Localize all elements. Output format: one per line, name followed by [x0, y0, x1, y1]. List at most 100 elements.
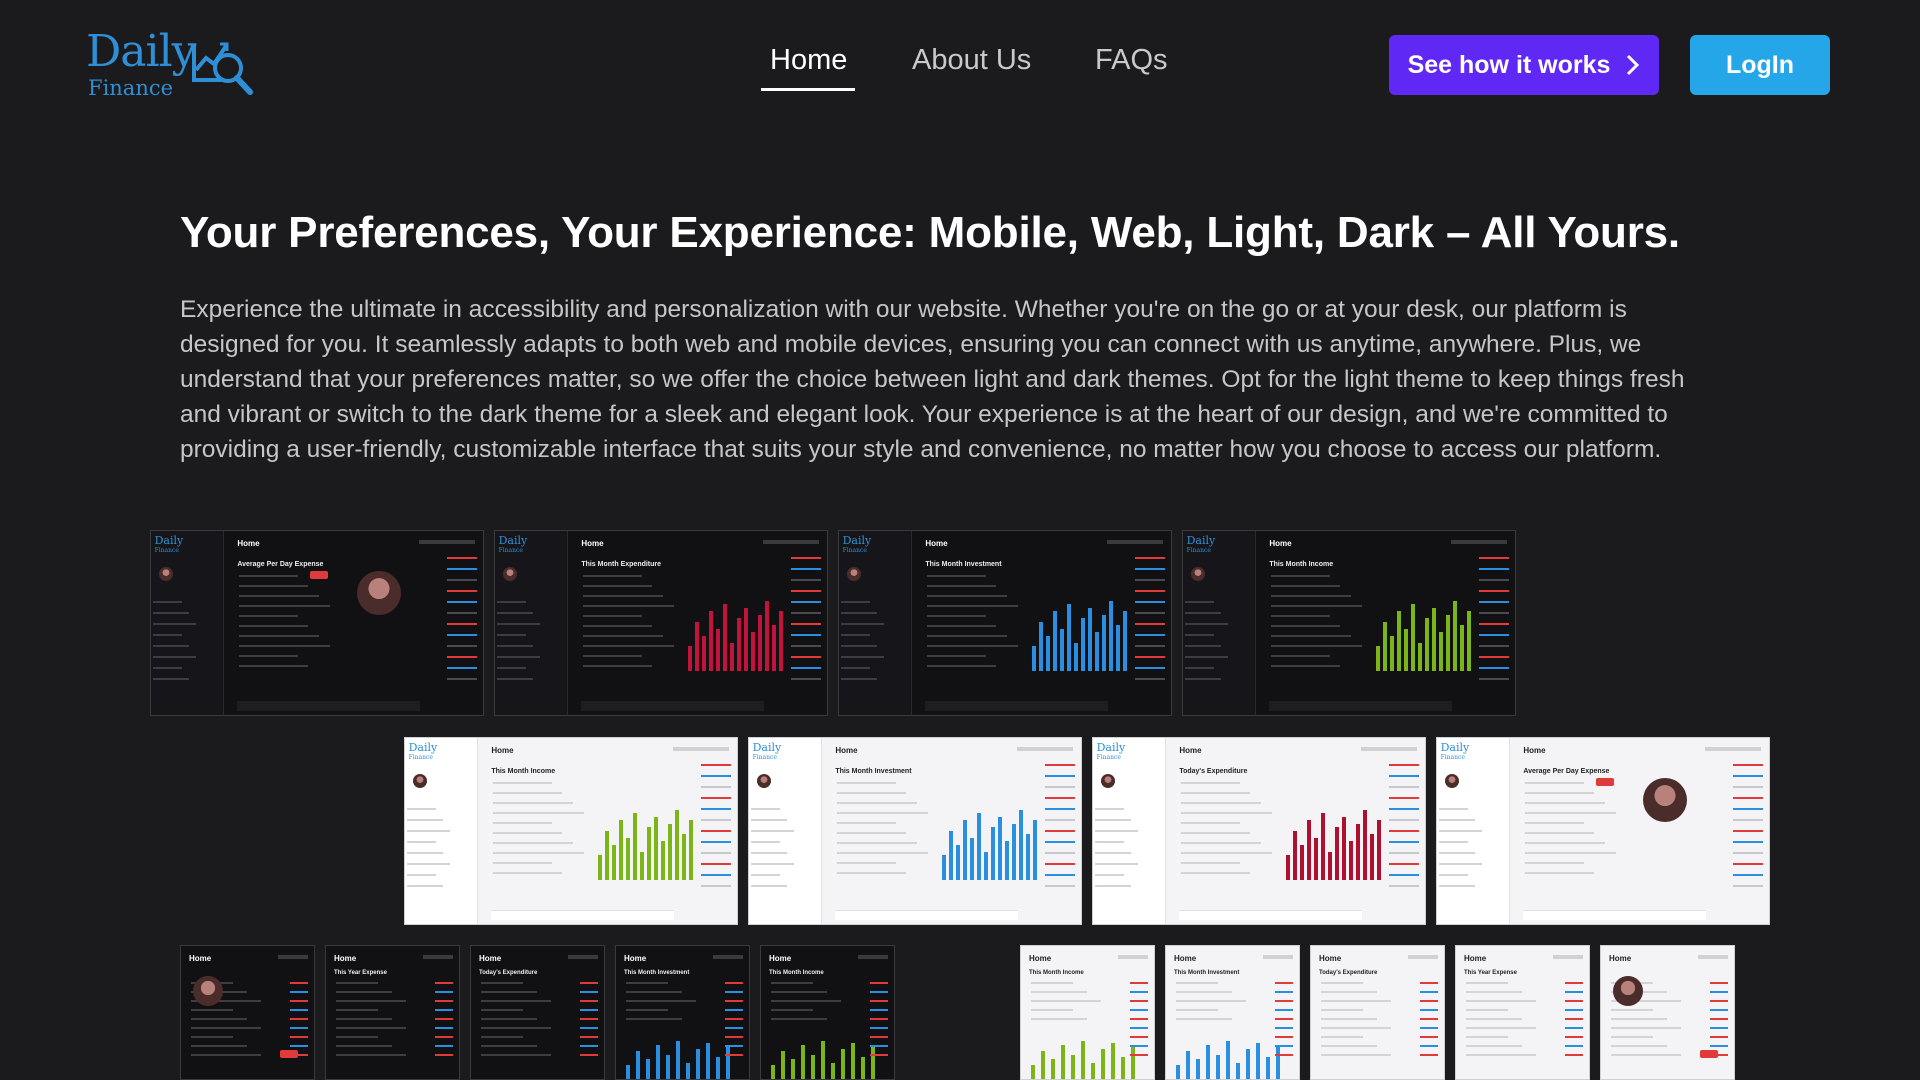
thumbnail-subtitle: This Month Income [769, 970, 824, 976]
list-line [1321, 1027, 1391, 1029]
value-line [1135, 590, 1165, 592]
thumbnail-values [1371, 764, 1421, 918]
thumbnail-bar-chart [1285, 780, 1381, 894]
list-line [239, 665, 309, 667]
chart-bar [1292, 831, 1297, 880]
theme-screenshot: Daily Finance Home This Month Expenditure [494, 530, 828, 716]
chart-bar [639, 852, 644, 880]
value-line [791, 678, 821, 680]
avatar [413, 774, 427, 788]
sidebar-line [841, 645, 878, 647]
list-line [1031, 1000, 1101, 1002]
chart-bar [667, 824, 672, 880]
thumbnail-title: Home [479, 954, 502, 963]
credit-card-expense-card [1179, 910, 1362, 920]
chart-magnifier-icon [192, 42, 253, 95]
list-line [191, 1009, 233, 1011]
chart-bar [1011, 824, 1016, 880]
sidebar-line [751, 852, 788, 854]
value-line [1565, 1000, 1583, 1002]
list-line [1525, 842, 1605, 844]
profile-avatar [1613, 976, 1643, 1006]
list-line [583, 605, 674, 607]
sidebar-line [497, 678, 534, 680]
value-line [1710, 1027, 1728, 1029]
chart-bar [1080, 618, 1085, 671]
value-line [791, 601, 821, 603]
value-line [1479, 667, 1509, 669]
sidebar-line [1439, 885, 1476, 887]
nav-about-us[interactable]: About Us [912, 44, 1031, 77]
value-line [791, 612, 821, 614]
sidebar-line [1185, 656, 1229, 658]
sidebar-line [407, 819, 444, 821]
thumbnail-logo-sub: Finance [408, 754, 433, 761]
value-line [1710, 991, 1728, 993]
avatar [847, 567, 861, 581]
chart-bar [636, 1051, 640, 1079]
list-line [837, 872, 907, 874]
thumbnail-bar-chart [597, 780, 693, 894]
list-line [1321, 991, 1377, 993]
list-line [837, 852, 928, 854]
chart-bar [656, 1045, 660, 1079]
value-line [1275, 1027, 1293, 1029]
brand-subtitle: Finance [88, 76, 174, 100]
list-line [493, 822, 552, 824]
sidebar-line [153, 656, 197, 658]
list-line [336, 1027, 406, 1029]
chart-bar [1061, 1045, 1065, 1079]
list-line [1466, 1054, 1536, 1056]
thumbnail-title: Home [1269, 539, 1292, 548]
chart-bar [791, 1059, 795, 1079]
value-line [701, 863, 731, 865]
list-line [1466, 982, 1508, 984]
mobile-values [426, 972, 455, 1073]
list-line [1271, 615, 1330, 617]
value-line [1135, 557, 1165, 559]
list-line [1466, 1027, 1536, 1029]
value-line [1733, 885, 1763, 887]
chart-bar [1041, 1051, 1045, 1079]
available-funds [1107, 540, 1163, 544]
value-line [1420, 1027, 1438, 1029]
value-line [447, 667, 477, 669]
sidebar-line [407, 830, 451, 832]
available-funds [673, 747, 729, 751]
available-funds [1361, 747, 1417, 751]
value-line [1275, 1009, 1293, 1011]
value-line [580, 1000, 598, 1002]
list-line [1181, 802, 1261, 804]
mobile-values [281, 972, 310, 1073]
chart-bar [1071, 1055, 1075, 1079]
value-line [1479, 568, 1509, 570]
sidebar-line [841, 667, 870, 669]
thumbnail-title: Home [1174, 954, 1197, 963]
chart-bar [1111, 1043, 1115, 1079]
nav-home[interactable]: Home [770, 44, 847, 77]
brand-logo[interactable]: Daily Finance [86, 26, 266, 100]
value-line [725, 1036, 743, 1038]
thumbnail-sidebar: Daily Finance [151, 531, 225, 715]
chart-bar [1091, 1063, 1095, 1079]
value-line [1045, 786, 1075, 788]
avatar [1445, 774, 1459, 788]
value-line [725, 1027, 743, 1029]
chart-bar [1445, 615, 1450, 671]
chart-bar [1285, 855, 1290, 880]
list-line [837, 782, 896, 784]
chart-bar [1045, 636, 1050, 671]
value-line [1420, 1000, 1438, 1002]
theme-screenshot: Home This Year Expense [325, 945, 460, 1080]
sidebar-line [1095, 863, 1139, 865]
list-line [481, 1018, 537, 1020]
chart-bar [948, 831, 953, 880]
value-line [1045, 775, 1075, 777]
see-how-it-works-button[interactable]: See how it works [1389, 35, 1659, 95]
login-button[interactable]: LogIn [1690, 35, 1830, 95]
nav-faqs[interactable]: FAQs [1095, 44, 1168, 77]
chart-bar [597, 855, 602, 880]
list-line [583, 585, 653, 587]
list-line [1271, 635, 1351, 637]
sidebar-line [1185, 601, 1214, 603]
